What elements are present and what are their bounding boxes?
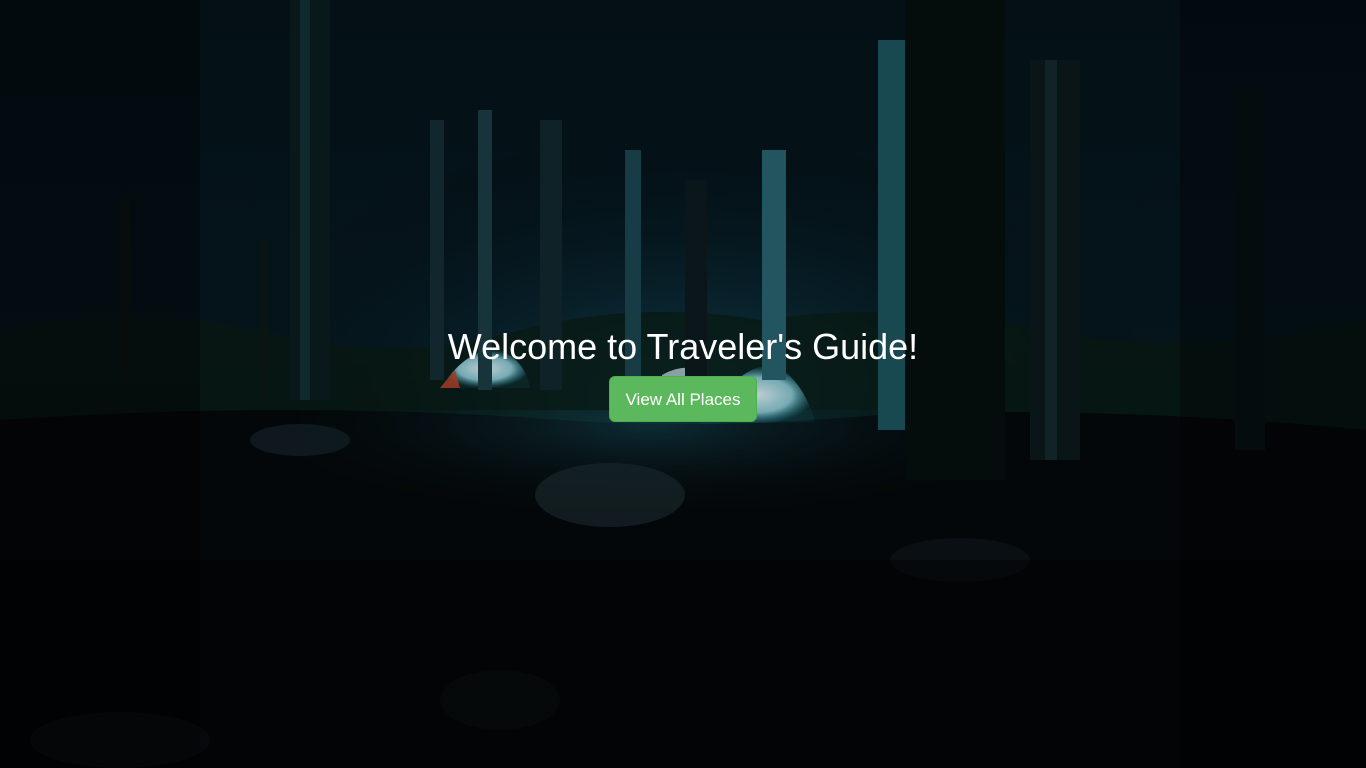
hero-title: Welcome to Traveler's Guide!	[447, 326, 919, 367]
view-all-places-button[interactable]: View All Places	[608, 376, 758, 422]
hero-content: Welcome to Traveler's Guide! View All Pl…	[0, 326, 1366, 422]
hero-section: Welcome to Traveler's Guide! View All Pl…	[0, 0, 1366, 768]
